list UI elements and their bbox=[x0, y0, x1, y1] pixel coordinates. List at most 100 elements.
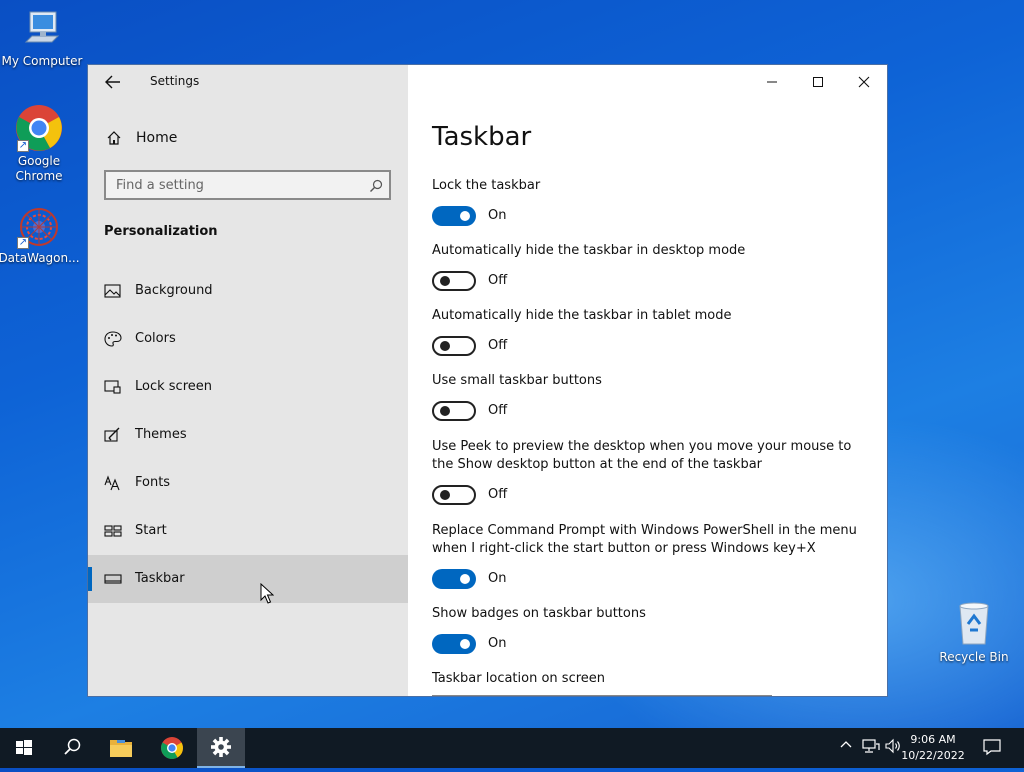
setting-location: Taskbar location on screen bbox=[432, 670, 872, 688]
badges-toggle[interactable] bbox=[432, 634, 476, 654]
gear-icon bbox=[211, 737, 231, 757]
clock[interactable]: 9:06 AM 10/22/2022 bbox=[898, 732, 968, 764]
setting-label: Use Peek to preview the desktop when you… bbox=[432, 439, 852, 472]
toggle-state: On bbox=[488, 208, 507, 223]
start-tiles-icon bbox=[104, 523, 122, 539]
desktop-icon-my-computer[interactable]: My Computer bbox=[0, 8, 84, 69]
brush-icon bbox=[104, 427, 122, 443]
sidebar-item-label: Lock screen bbox=[135, 379, 212, 394]
sidebar-item-label: Start bbox=[135, 523, 167, 538]
search-box[interactable] bbox=[104, 170, 391, 200]
search-icon[interactable] bbox=[369, 178, 383, 192]
desktop-icon-label: Google Chrome bbox=[15, 154, 63, 183]
desktop-icon-label: My Computer bbox=[1, 54, 83, 68]
toggle-state: Off bbox=[488, 487, 508, 502]
sidebar-item-lock-screen[interactable]: Lock screen bbox=[88, 363, 408, 411]
home-label: Home bbox=[136, 130, 178, 146]
back-button[interactable] bbox=[100, 71, 126, 93]
computer-icon bbox=[22, 8, 62, 52]
powershell-toggle[interactable] bbox=[432, 569, 476, 589]
toggle-state: On bbox=[488, 571, 507, 586]
network-icon[interactable] bbox=[862, 738, 880, 758]
close-button[interactable] bbox=[841, 65, 887, 99]
toggle-knob bbox=[440, 341, 450, 351]
lock-taskbar-toggle[interactable] bbox=[432, 206, 476, 226]
toggle-state: On bbox=[488, 636, 507, 651]
home-nav-item[interactable]: Home bbox=[88, 121, 408, 155]
datawagon-icon: ↗ bbox=[15, 205, 63, 249]
desktop-icon-label: DataWagon... bbox=[0, 251, 80, 265]
windows-logo-icon bbox=[16, 740, 32, 755]
sidebar: Settings Home Personalization bbox=[88, 65, 408, 696]
section-title: Personalization bbox=[104, 224, 218, 239]
setting-label: Replace Command Prompt with Windows Powe… bbox=[432, 523, 857, 556]
toggle-knob bbox=[460, 574, 470, 584]
search-input[interactable] bbox=[106, 172, 356, 198]
window-title: Settings bbox=[150, 74, 200, 88]
setting-label: Taskbar location on screen bbox=[432, 671, 606, 686]
start-button[interactable] bbox=[0, 728, 48, 768]
content-pane: Taskbar Lock the taskbar On Automaticall… bbox=[408, 65, 887, 696]
monitor-icon bbox=[104, 379, 122, 395]
maximize-icon bbox=[813, 77, 823, 87]
setting-label: Automatically hide the taskbar in deskto… bbox=[432, 243, 746, 258]
toggle-state: Off bbox=[488, 403, 508, 418]
minimize-button[interactable] bbox=[749, 65, 795, 99]
sidebar-item-label: Background bbox=[135, 283, 213, 298]
sidebar-item-colors[interactable]: Colors bbox=[88, 315, 408, 363]
clock-time: 9:06 AM bbox=[910, 733, 956, 746]
search-button[interactable] bbox=[48, 728, 96, 768]
setting-small-buttons: Use small taskbar buttons Off bbox=[432, 372, 872, 423]
shortcut-arrow-icon: ↗ bbox=[17, 140, 29, 152]
taskbar-location-dropdown[interactable] bbox=[432, 695, 772, 696]
small-buttons-toggle[interactable] bbox=[432, 401, 476, 421]
home-icon bbox=[106, 130, 122, 146]
toggle-knob bbox=[440, 276, 450, 286]
setting-label: Use small taskbar buttons bbox=[432, 373, 602, 388]
settings-taskbar-button[interactable] bbox=[197, 728, 245, 768]
desktop-icon-recycle-bin[interactable]: Recycle Bin bbox=[932, 600, 1016, 665]
minimize-icon bbox=[767, 81, 777, 83]
toggle-knob bbox=[440, 490, 450, 500]
sidebar-item-label: Themes bbox=[135, 427, 187, 442]
setting-label: Lock the taskbar bbox=[432, 178, 541, 193]
clock-date: 10/22/2022 bbox=[901, 749, 965, 762]
sidebar-item-themes[interactable]: Themes bbox=[88, 411, 408, 459]
sidebar-item-background[interactable]: Background bbox=[88, 267, 408, 315]
setting-peek: Use Peek to preview the desktop when you… bbox=[432, 438, 862, 507]
setting-lock-taskbar: Lock the taskbar On bbox=[432, 177, 872, 228]
sidebar-item-taskbar[interactable]: Taskbar bbox=[88, 555, 408, 603]
close-icon bbox=[858, 76, 870, 88]
toggle-knob bbox=[460, 211, 470, 221]
setting-powershell: Replace Command Prompt with Windows Powe… bbox=[432, 522, 862, 591]
window-titlebar[interactable]: Settings bbox=[88, 65, 408, 99]
toggle-knob bbox=[460, 639, 470, 649]
chrome-icon: ↗ bbox=[15, 104, 63, 152]
autohide-tablet-toggle[interactable] bbox=[432, 336, 476, 356]
peek-toggle[interactable] bbox=[432, 485, 476, 505]
picture-icon bbox=[104, 283, 122, 299]
taskbar-icon bbox=[104, 571, 122, 587]
maximize-button[interactable] bbox=[795, 65, 841, 99]
file-explorer-button[interactable] bbox=[97, 728, 145, 768]
setting-label: Show badges on taskbar buttons bbox=[432, 606, 646, 621]
desktop-icon-google-chrome[interactable]: ↗ Google Chrome bbox=[0, 104, 81, 184]
sidebar-item-fonts[interactable]: Fonts bbox=[88, 459, 408, 507]
selection-indicator bbox=[88, 567, 92, 591]
desktop-icon-datawagon[interactable]: ↗ DataWagon... bbox=[0, 205, 81, 266]
setting-autohide-tablet: Automatically hide the taskbar in tablet… bbox=[432, 307, 872, 358]
action-center-icon[interactable] bbox=[983, 738, 1001, 760]
shortcut-arrow-icon: ↗ bbox=[17, 237, 29, 249]
font-icon bbox=[104, 475, 122, 491]
setting-badges: Show badges on taskbar buttons On bbox=[432, 605, 872, 656]
mouse-cursor-icon bbox=[260, 583, 274, 604]
sidebar-item-start[interactable]: Start bbox=[88, 507, 408, 555]
page-title: Taskbar bbox=[432, 122, 532, 152]
setting-autohide-desktop: Automatically hide the taskbar in deskto… bbox=[432, 242, 872, 293]
sidebar-item-label: Colors bbox=[135, 331, 176, 346]
show-hidden-icons-chevron-icon[interactable] bbox=[840, 738, 852, 754]
taskbar: 9:06 AM 10/22/2022 bbox=[0, 728, 1024, 768]
autohide-desktop-toggle[interactable] bbox=[432, 271, 476, 291]
toggle-state: Off bbox=[488, 338, 508, 353]
chrome-taskbar-button[interactable] bbox=[148, 728, 196, 768]
